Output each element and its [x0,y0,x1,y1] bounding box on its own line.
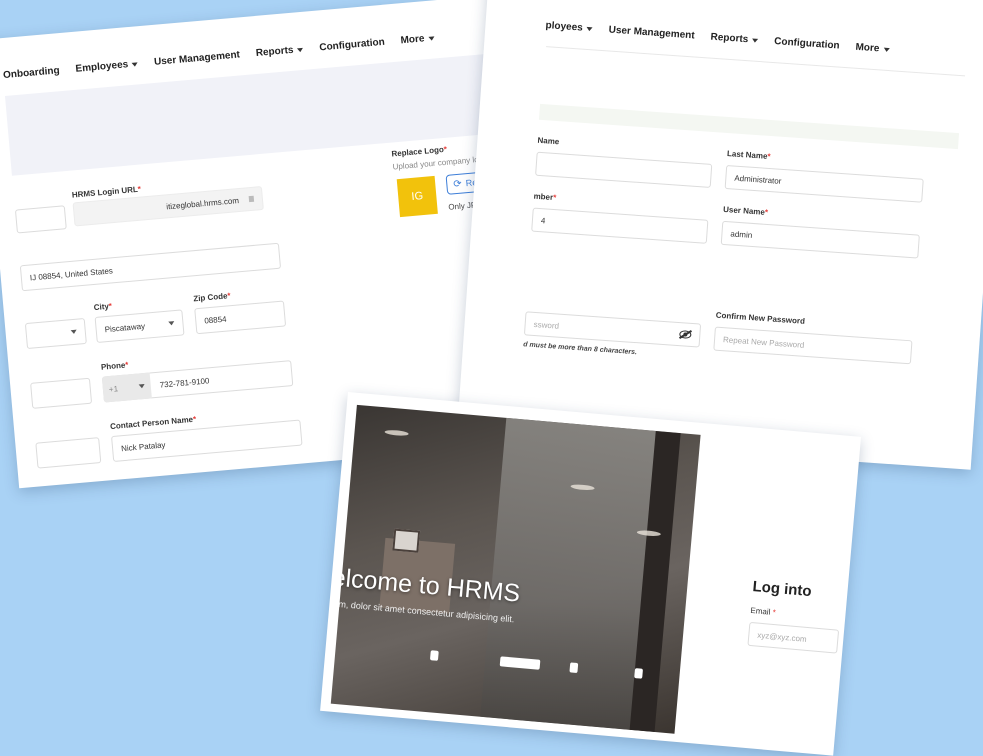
login-screenshot: elcome to HRMS um, dolor sit amet consec… [320,392,862,756]
address-field[interactable]: IJ 08854, United States [19,242,282,292]
confirm-password-placeholder: Repeat New Password [722,334,805,350]
new-password-field[interactable]: ssword [523,311,702,348]
nav-item-label: Configuration [318,36,386,54]
caret-down-icon [297,47,304,52]
nav-item-configuration[interactable]: Configuration [319,37,385,54]
email-input[interactable]: xyz@xyz.com [747,621,840,654]
nav-item-label: User Management [608,24,695,42]
nav-item-label: Onboarding [2,65,61,82]
chevron-down-icon [70,329,77,335]
zip-code-value: 08854 [203,314,227,326]
nav-item-label: Reports [710,31,749,46]
nav-item-user-management[interactable]: User Management [608,24,695,41]
city-value: Piscataway [104,321,146,334]
picture-frame [392,528,421,553]
section-banner [538,103,960,150]
city-label: City* [93,301,113,313]
contact-person-value: Nick Patalay [120,439,166,453]
user-name-field[interactable]: admin [720,220,920,259]
phone-label: Phone* [100,360,129,372]
nav-item-label: User Management [153,49,241,68]
new-password-placeholder: ssword [533,319,560,331]
nav-item-label: More [400,33,425,47]
chevron-down-icon [138,383,145,389]
refresh-icon: ⟳ [452,178,463,190]
partial-field[interactable] [30,377,93,409]
state-select[interactable] [24,317,87,350]
number-label: mber* [533,191,557,203]
city-select[interactable]: Piscataway [94,309,185,343]
nav-item-label: Employees [75,59,129,75]
nav-item-configuration[interactable]: Configuration [774,36,840,52]
user-name-value: admin [730,228,753,240]
country-code-select[interactable]: +1 [101,372,152,403]
country-code-value: +1 [108,383,119,394]
replace-logo-label: Replace Logo* [391,144,448,159]
last-name-value: Administrator [734,173,782,186]
contact-person-label: Contact Person Name* [109,414,197,432]
confirm-password-field[interactable]: Repeat New Password [713,326,913,365]
divider [546,46,966,77]
partial-field[interactable] [14,205,67,234]
caret-down-icon [428,35,435,41]
nav-item-more[interactable]: More [400,32,435,46]
address-value: IJ 08854, United States [29,265,114,283]
caret-down-icon [586,26,593,31]
lock-icon [248,195,255,203]
ceiling-light [384,429,409,437]
zip-code-field[interactable]: 08854 [194,300,287,335]
nav-item-reports[interactable]: Reports [710,31,759,46]
first-name-field[interactable] [535,151,713,188]
nav-item-employees[interactable]: Employees [75,58,139,75]
nav-item-more[interactable]: More [855,42,890,55]
nav-item-reports[interactable]: Reports [255,44,304,59]
email-placeholder: xyz@xyz.com [757,630,808,644]
user-settings-screenshot: ployees User Management Reports Configurati… [456,0,983,470]
partial-field[interactable] [35,437,102,469]
caret-down-icon [883,47,890,52]
zip-code-label: Zip Code* [192,291,231,304]
nav-item-label: ployees [545,20,584,34]
first-name-label: Name [537,135,560,147]
slider-dot[interactable] [634,668,644,679]
login-title: Log into [751,578,813,601]
slider-dot[interactable] [569,662,579,674]
nav-item-label: More [855,41,880,55]
caret-down-icon [132,61,139,67]
company-logo: IG [396,175,438,218]
caret-down-icon [752,37,759,43]
nav-item-onboarding[interactable]: Onboarding [3,65,60,81]
nav-item-ployees[interactable]: ployees [545,20,593,34]
confirm-password-label: Confirm New Password [715,310,806,326]
nav-item-label: Reports [255,44,294,59]
email-label: Email * [750,605,777,618]
user-name-label: User Name* [722,204,769,217]
office-photo: elcome to HRMS um, dolor sit amet consec… [330,404,701,734]
nav-item-user-management[interactable]: User Management [154,49,241,67]
chevron-down-icon [168,321,175,326]
hrms-login-url-value: itizeglobal.hrms.com [165,195,240,211]
last-name-field[interactable]: Administrator [724,164,924,203]
number-field[interactable]: 4 [531,207,709,244]
eye-slash-icon[interactable] [679,330,692,339]
phone-value: 732-781-9100 [159,375,210,390]
nav-item-label: Configuration [773,36,840,52]
number-value: 4 [540,215,546,225]
last-name-label: Last Name* [726,149,771,162]
slider-dot[interactable] [429,650,439,661]
password-hint: d must be more than 8 characters. [522,341,638,357]
